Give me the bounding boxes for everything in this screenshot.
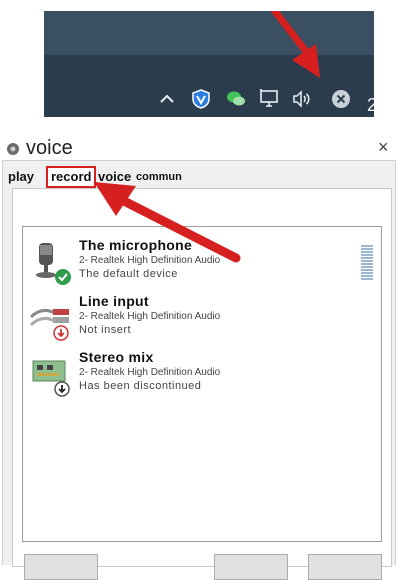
device-name: Stereo mix [79, 349, 154, 365]
device-row-stereo-mix[interactable]: Stereo mix 2- Realtek High Definition Au… [23, 347, 353, 399]
window-title-bar: voice [6, 137, 73, 160]
tab-record[interactable]: record [46, 166, 97, 188]
taskbar: 2 [44, 11, 374, 117]
line-input-cable-icon [29, 308, 69, 341]
device-status: Has been discontinued [79, 380, 202, 392]
device-driver: 2- Realtek High Definition Audio [79, 311, 221, 322]
chevron-up-icon[interactable] [156, 88, 178, 110]
speaker-icon[interactable] [291, 88, 313, 110]
default-check-badge [55, 269, 71, 285]
properties-button[interactable] [308, 554, 382, 580]
device-row-line-input[interactable]: Line input 2- Realtek High Definition Au… [23, 291, 353, 343]
window-title: voice [26, 137, 73, 159]
device-driver: 2- Realtek High Definition Audio [79, 255, 221, 266]
close-button[interactable]: × [378, 137, 389, 158]
network-icon[interactable] [258, 88, 280, 110]
device-status: Not insert [79, 324, 132, 336]
configure-button[interactable] [24, 554, 98, 580]
tab-voice[interactable]: voice [98, 166, 131, 188]
clock-fragment: 2 [367, 95, 374, 115]
sound-card-icon [32, 360, 70, 397]
wechat-icon[interactable] [225, 88, 247, 110]
device-row-microphone[interactable]: The microphone 2- Realtek High Definitio… [23, 235, 373, 287]
device-name: The microphone [79, 237, 193, 253]
speaker-app-icon [7, 142, 19, 155]
device-status: The default device [79, 268, 178, 280]
close-circle-icon[interactable] [330, 88, 352, 110]
tab-communications[interactable]: commun [136, 166, 182, 188]
shield-icon[interactable] [190, 88, 212, 110]
device-name: Line input [79, 293, 149, 309]
set-default-button[interactable] [214, 554, 288, 580]
microphone-icon [36, 243, 71, 285]
recording-device-list: The microphone 2- Realtek High Definitio… [22, 226, 382, 542]
level-meter [361, 245, 373, 281]
tab-play[interactable]: play [8, 166, 34, 188]
device-driver: 2- Realtek High Definition Audio [79, 367, 221, 378]
taskbar-upper-band [44, 11, 374, 55]
